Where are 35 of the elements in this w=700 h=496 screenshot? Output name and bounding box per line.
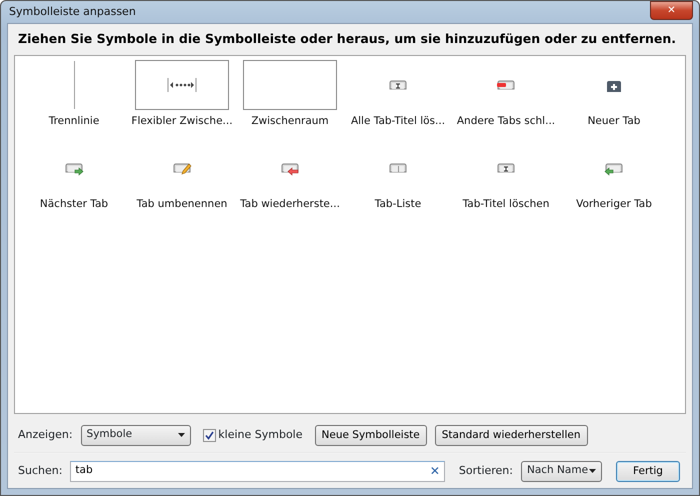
item-label: Tab umbenennen (136, 197, 228, 212)
show-label: Anzeigen: (18, 426, 73, 443)
caret-icon (589, 469, 596, 473)
flexible-space-item[interactable] (135, 60, 229, 110)
sort-dropdown[interactable]: Nach Name (521, 460, 602, 482)
item-label: Alle Tab-Titel lös... (350, 114, 446, 129)
item-label: Tab-Titel löschen (462, 197, 550, 212)
instruction-text: Ziehen Sie Symbole in die Symbolleiste oder heraus, um sie hinzuzufügen oder zu entfernen. (17, 30, 678, 48)
show-dropdown[interactable]: Symbole (80, 424, 191, 446)
item-label: Andere Tabs schl... (456, 114, 556, 129)
space-item[interactable] (243, 60, 337, 110)
flexible-space-icon (167, 78, 197, 92)
small-icons-checkbox[interactable] (202, 428, 216, 442)
tab-icon[interactable] (280, 160, 300, 176)
new-toolbar-button[interactable]: Neue Symbolleiste (314, 424, 427, 446)
small-icons-label: kleine Symbole (218, 426, 303, 443)
tab-icon[interactable] (388, 78, 408, 92)
sort-label: Sortieren: (458, 462, 513, 479)
tab-icon[interactable] (496, 160, 516, 176)
done-button[interactable]: Fertig (616, 460, 680, 482)
item-label: Trennlinie (48, 114, 100, 129)
caret-icon (178, 433, 185, 437)
search-label: Suchen: (18, 462, 62, 479)
window-title: Symbolleiste anpassen (8, 4, 136, 20)
search-field[interactable]: tab ✕ (70, 460, 445, 482)
item-label: Tab-Liste (374, 197, 422, 212)
item-label: Tab wiederherste... (240, 197, 340, 212)
item-label: Nächster Tab (40, 197, 108, 212)
restore-default-button[interactable]: Standard wiederherstellen (434, 424, 588, 446)
item-label: Flexibler Zwische... (131, 114, 233, 129)
item-label: Zwischenraum (251, 114, 329, 129)
item-label: Vorheriger Tab (576, 197, 652, 212)
item-label: Neuer Tab (588, 114, 640, 129)
clear-button[interactable]: ✕ (430, 465, 440, 477)
close-button[interactable]: ✕ (650, 1, 693, 20)
